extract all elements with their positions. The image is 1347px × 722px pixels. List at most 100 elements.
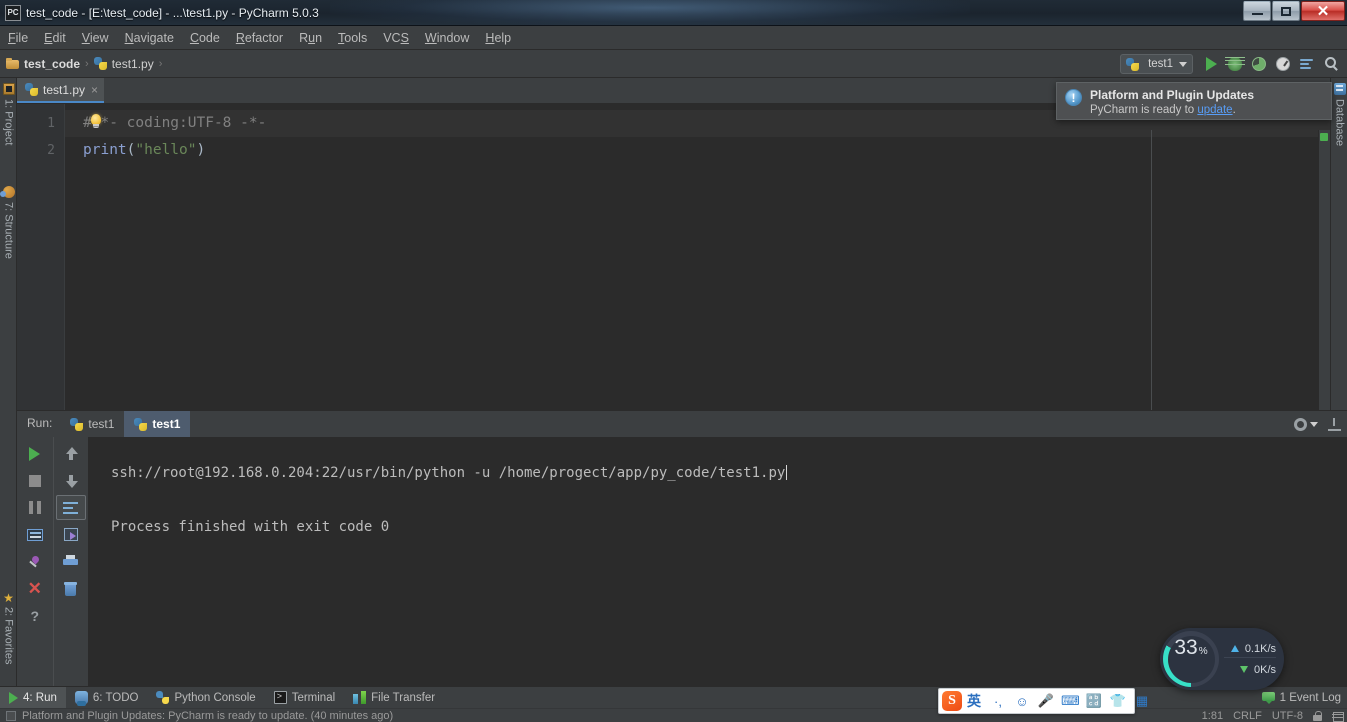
clear-all-icon[interactable] — [56, 576, 86, 601]
lock-icon[interactable] — [1313, 710, 1322, 721]
run-tab-label: test1 — [88, 417, 115, 431]
status-message[interactable]: Platform and Plugin Updates: PyCharm is … — [22, 710, 393, 722]
sidebar-item-favorites[interactable]: ★ 2: Favorites — [0, 588, 17, 667]
run-icon[interactable] — [1200, 53, 1222, 75]
notification-balloon[interactable]: ! Platform and Plugin Updates PyCharm is… — [1056, 82, 1332, 120]
structure-icon — [0, 186, 15, 198]
sidebar-item-project[interactable]: 1: Project — [0, 80, 17, 148]
memory-icon[interactable] — [1332, 711, 1344, 722]
show-console-icon[interactable] — [20, 522, 50, 547]
menu-vcs[interactable]: VCS — [375, 28, 417, 48]
file-transfer-icon — [353, 691, 367, 704]
menu-window[interactable]: Window — [417, 28, 477, 48]
file-encoding[interactable]: UTF-8 — [1272, 710, 1303, 722]
sogou-logo-icon[interactable]: S — [942, 691, 962, 711]
download-speed: 0K/s — [1253, 663, 1276, 676]
run-config-python-icon — [1126, 57, 1140, 71]
pause-icon[interactable] — [20, 495, 50, 520]
breadcrumb-project[interactable]: test_code — [24, 57, 80, 71]
down-arrow-icon[interactable] — [56, 468, 86, 493]
ime-toolbox-icon[interactable]: 🔡 — [1085, 693, 1103, 709]
menu-run[interactable]: Run — [291, 28, 330, 48]
python-console-icon — [156, 691, 170, 704]
breadcrumb-file[interactable]: test1.py — [112, 57, 154, 71]
coverage-icon[interactable] — [1248, 53, 1270, 75]
intention-bulb-icon[interactable] — [89, 114, 102, 130]
sidebar-item-database[interactable]: Database — [1331, 80, 1347, 149]
scroll-to-end-icon[interactable] — [56, 522, 86, 547]
up-arrow-icon[interactable] — [56, 441, 86, 466]
debug-icon[interactable] — [1224, 53, 1246, 75]
bottom-item-file-transfer-label: File Transfer — [371, 691, 436, 704]
ime-punctuation-icon[interactable]: ·, — [989, 694, 1007, 709]
menu-tools[interactable]: Tools — [330, 28, 375, 48]
titlebar-glow — [330, 0, 970, 26]
bottom-item-file-transfer[interactable]: File Transfer — [344, 687, 444, 709]
bottom-item-run[interactable]: 4: Run — [0, 686, 66, 709]
run-tool-window-header: Run: test1 test1 — [17, 411, 1347, 437]
line-separator[interactable]: CRLF — [1233, 710, 1262, 722]
run-tab-test1-first[interactable]: test1 — [60, 411, 124, 437]
ime-emoji-icon[interactable]: ☺ — [1013, 694, 1031, 709]
breadcrumb-separator-1: › — [85, 57, 89, 70]
close-icon[interactable]: × — [91, 83, 98, 97]
menu-file[interactable]: File — [0, 28, 36, 48]
search-everywhere-icon[interactable] — [1320, 53, 1342, 75]
help-icon[interactable]: ? — [20, 603, 50, 628]
event-log-button[interactable]: 1 Event Log — [1261, 687, 1341, 709]
bottom-item-terminal[interactable]: Terminal — [265, 687, 344, 709]
print-icon[interactable] — [56, 549, 86, 574]
rerun-icon[interactable] — [20, 441, 50, 466]
event-log-icon — [1261, 692, 1275, 704]
run-configuration-selector[interactable]: test1 — [1120, 54, 1193, 74]
download-speed-row: 0K/s — [1223, 659, 1284, 680]
code-line-2[interactable]: print("hello") — [65, 137, 1330, 164]
editor-tab-test1[interactable]: test1.py × — [17, 78, 105, 103]
todo-list-icon[interactable] — [1296, 53, 1318, 75]
console-line-result: Process finished with exit code 0 — [111, 519, 390, 535]
ime-language-icon[interactable]: 英 — [965, 691, 983, 711]
caret-position[interactable]: 1:81 — [1202, 710, 1223, 722]
ime-menu-icon[interactable]: ▦ — [1133, 693, 1151, 709]
menu-edit[interactable]: Edit — [36, 28, 74, 48]
network-speed-widget[interactable]: 33 % 0.1K/s 0K/s — [1160, 628, 1284, 690]
code-text[interactable]: #-*- coding:UTF-8 -*- print("hello") — [65, 104, 1330, 410]
menu-code[interactable]: Code — [182, 28, 228, 48]
code-editor[interactable]: 1 2 #-*- coding:UTF-8 -*- print("hello") — [17, 104, 1330, 436]
menu-help[interactable]: Help — [477, 28, 519, 48]
run-action-column-right — [52, 437, 89, 687]
bottom-item-todo[interactable]: 6: TODO — [66, 687, 148, 709]
stop-icon[interactable] — [20, 468, 50, 493]
ime-voice-icon[interactable]: 🎤 — [1037, 693, 1055, 709]
run-tool-window: Run: test1 test1 ✕ ? ssh://root@192.168.… — [17, 410, 1347, 687]
hide-icon[interactable] — [1328, 417, 1341, 431]
ime-skin-icon[interactable]: 👕 — [1109, 693, 1127, 709]
close-button[interactable]: ✕ — [1301, 1, 1345, 21]
network-row-divider — [1224, 657, 1276, 658]
soft-wrap-icon[interactable] — [55, 495, 86, 520]
status-checkbox-icon[interactable] — [6, 710, 16, 721]
run-console-output[interactable]: ssh://root@192.168.0.204:22/usr/bin/pyth… — [89, 437, 1347, 687]
editor-marker-gutter[interactable] — [1318, 130, 1330, 436]
ime-keyboard-icon[interactable]: ⌨ — [1061, 693, 1080, 709]
profile-icon[interactable] — [1272, 53, 1294, 75]
menu-view[interactable]: View — [74, 28, 117, 48]
menu-refactor[interactable]: Refactor — [228, 28, 291, 48]
bottom-item-terminal-label: Terminal — [291, 691, 336, 704]
menu-navigate[interactable]: Navigate — [117, 28, 182, 48]
close-icon[interactable]: ✕ — [20, 576, 50, 601]
update-link[interactable]: update — [1197, 104, 1232, 116]
run-header-actions — [1294, 411, 1341, 437]
maximize-button[interactable] — [1272, 1, 1300, 21]
code-function: print — [83, 142, 127, 158]
settings-gear-icon[interactable] — [1294, 417, 1318, 431]
ime-toolbar[interactable]: S 英 ·, ☺ 🎤 ⌨ 🔡 👕 ▦ — [938, 688, 1148, 714]
bottom-item-python-console[interactable]: Python Console — [147, 687, 264, 709]
sidebar-item-structure[interactable]: 7: Structure — [0, 183, 17, 262]
notification-title: Platform and Plugin Updates — [1090, 88, 1255, 102]
run-action-toolbar: ✕ ? — [17, 437, 89, 687]
pin-tab-icon[interactable] — [20, 549, 50, 574]
run-tab-test1-second[interactable]: test1 — [124, 411, 191, 437]
minimize-button[interactable] — [1243, 1, 1271, 21]
bottom-item-run-label: 4: Run — [23, 691, 57, 704]
